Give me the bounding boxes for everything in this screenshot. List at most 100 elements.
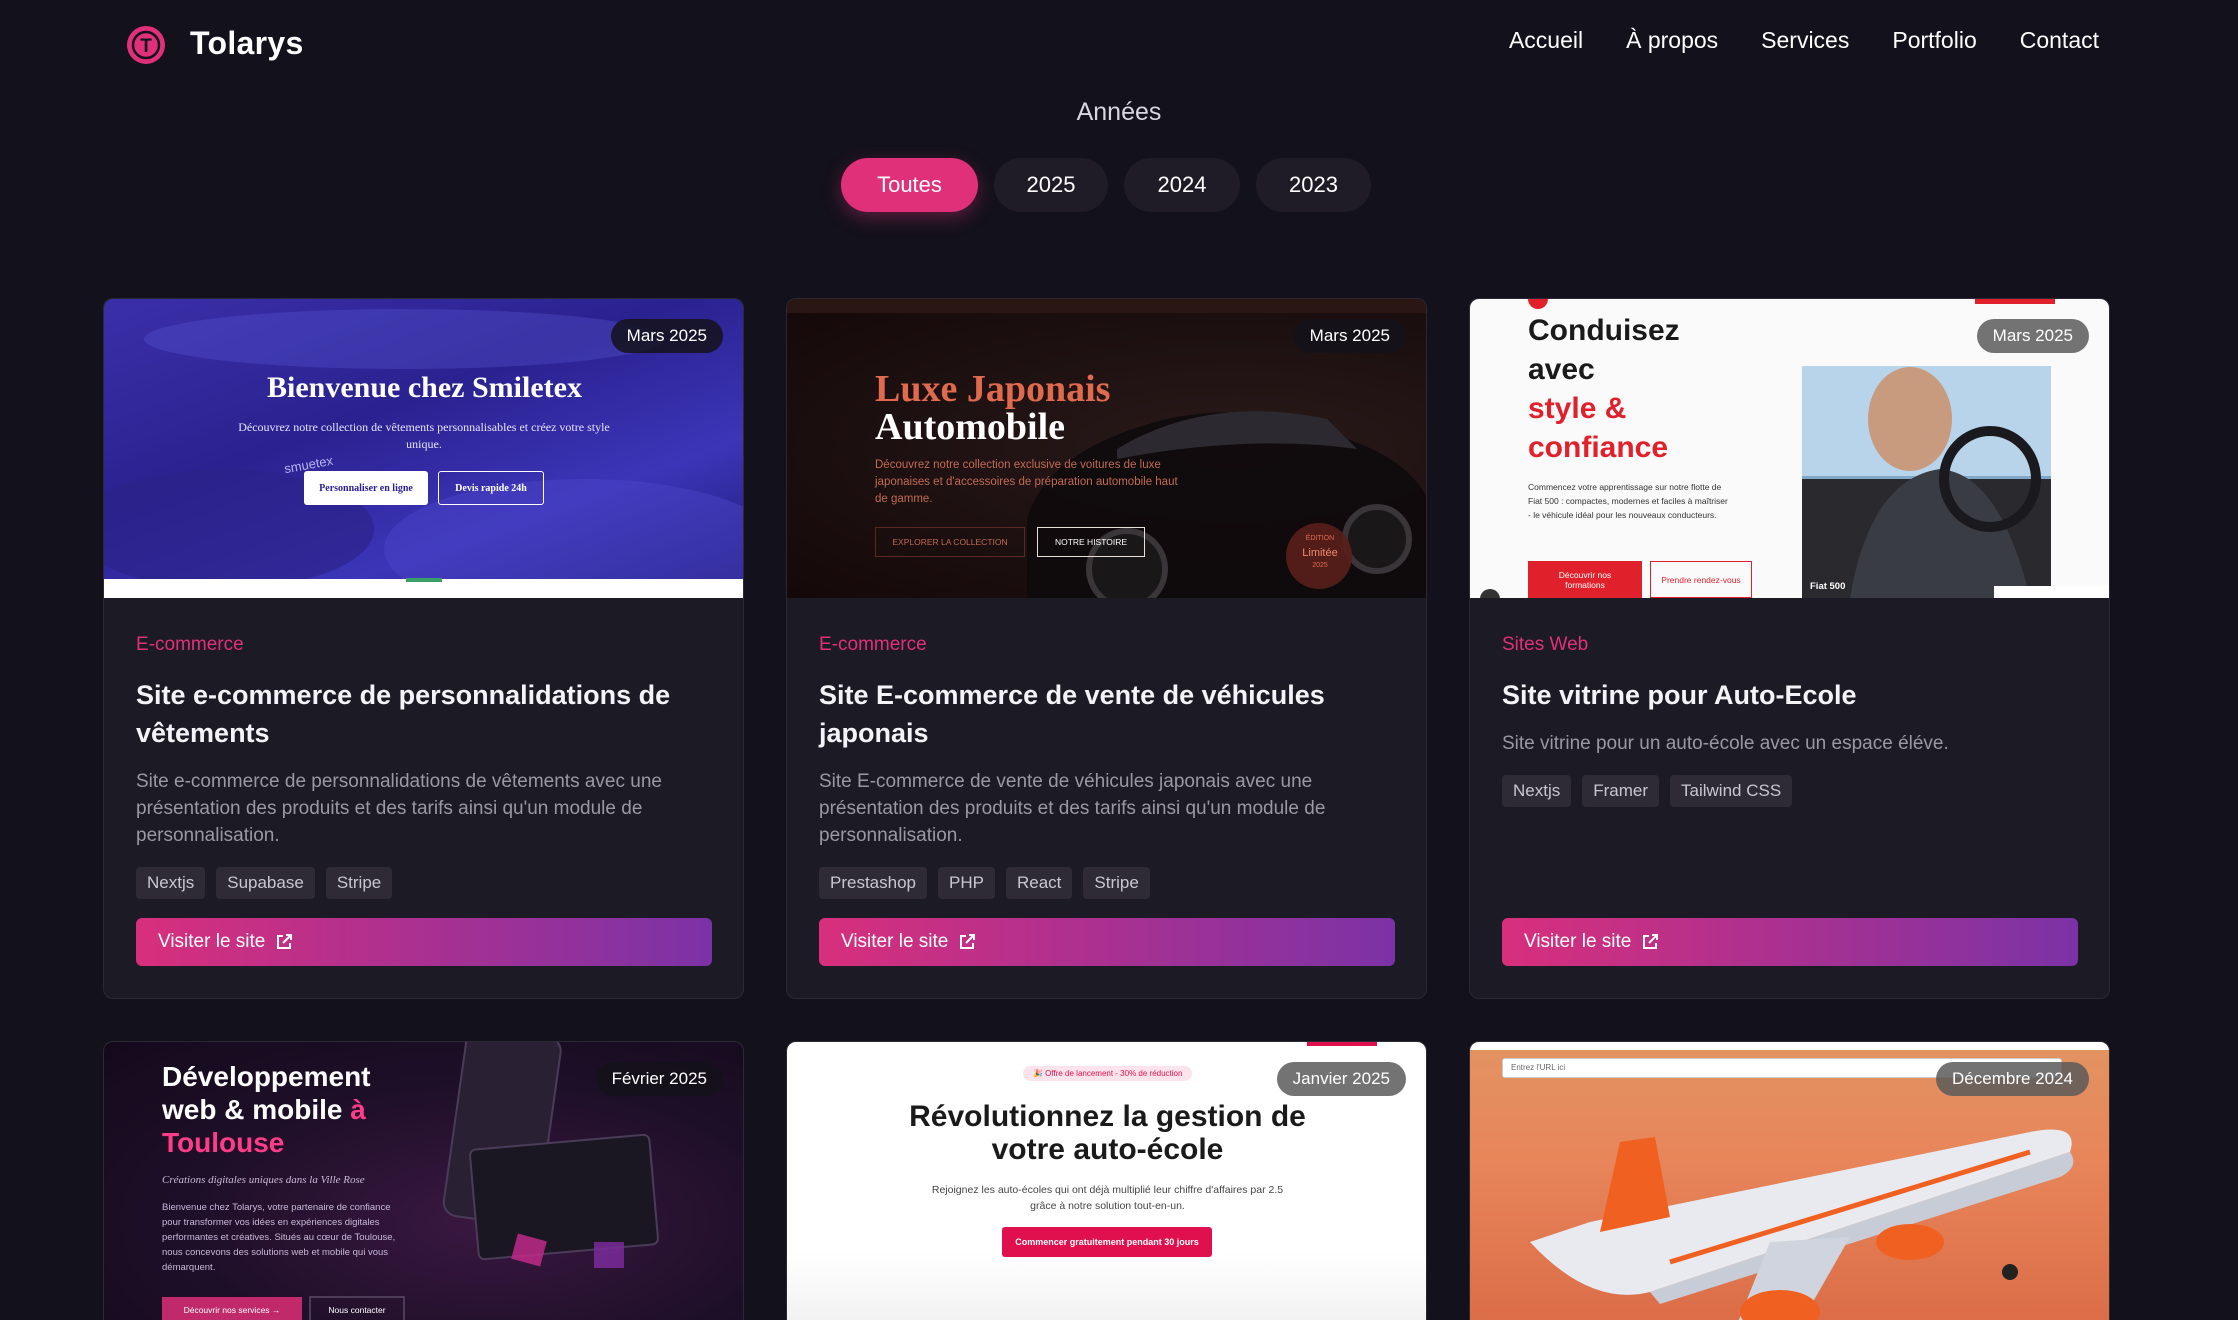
tech-tag: Prestashop	[819, 867, 927, 899]
preview-heading-4: confiance	[1528, 431, 1669, 464]
filter-2024-button[interactable]: 2024	[1124, 158, 1240, 212]
preview-subtext: Découvrez notre collection exclusive de …	[875, 459, 1178, 505]
project-card: Développement web & mobile à Toulouse Cr…	[103, 1041, 744, 1320]
project-preview-image[interactable]: Conduisez avec style & confiance Commenc…	[1470, 299, 2109, 598]
project-category: E-commerce	[136, 634, 244, 655]
preview-heading: Bienvenue chez Smiletex	[267, 371, 582, 404]
tech-tag: Nextjs	[136, 867, 206, 899]
tech-tag: PHP	[938, 867, 995, 899]
top-navbar: T Tolarys Accueil À propos Services Port…	[0, 0, 2238, 86]
tech-tag: Stripe	[1083, 867, 1150, 899]
years-filter: Toutes 2025 2024 2023	[841, 158, 1371, 212]
visit-site-button[interactable]: Visiter le site	[819, 918, 1395, 966]
preview-subtext: Bienvenue chez Tolarys, votre partenaire…	[162, 1202, 396, 1273]
filter-2025-button[interactable]: 2025	[994, 158, 1108, 212]
preview-promo-badge: 🎉 Offre de lancement - 30% de réduction	[1023, 1066, 1193, 1081]
tech-tag: Tailwind CSS	[1670, 775, 1793, 807]
preview-heading-1: Développement	[162, 1061, 371, 1092]
project-title: Site E-commerce de vente de véhicules ja…	[819, 680, 1325, 748]
project-card-body: E-commerce Site E-commerce de vente de v…	[787, 598, 1426, 998]
preview-button-customize: Personnaliser en ligne	[304, 471, 428, 505]
project-description: Site e-commerce de personnalidations de …	[136, 771, 662, 846]
preview-heading-1: Conduisez	[1528, 314, 1680, 347]
preview-subtext: Commencez votre apprentissage sur notre …	[1528, 482, 1728, 520]
preview-button-explore: EXPLORER LA COLLECTION	[875, 527, 1025, 557]
visit-site-label: Visiter le site	[1524, 931, 1632, 952]
preview-heading-2: votre auto-école	[991, 1133, 1224, 1166]
preview-heading-3: Toulouse	[162, 1127, 285, 1158]
preview-badge-year: 2025	[1312, 562, 1328, 569]
preview-cta-button: Commencer gratuitement pendant 30 jours	[1002, 1227, 1212, 1257]
project-description: Site vitrine pour un auto-école avec un …	[1502, 733, 1949, 754]
nav-link-portfolio[interactable]: Portfolio	[1892, 27, 1976, 54]
years-filter-title: Années	[1076, 98, 1162, 126]
project-title: Site vitrine pour Auto-Ecole	[1502, 680, 1857, 710]
preview-badge-main: Limitée	[1302, 547, 1338, 559]
project-card: Luxe Japonais Automobile Découvrez notre…	[786, 298, 1427, 999]
project-card: Bienvenue chez Smiletex Découvrez notre …	[103, 298, 744, 999]
external-link-icon	[960, 934, 976, 949]
preview-button-contact: Nous contacter	[328, 1305, 386, 1315]
nav-link-contact[interactable]: Contact	[2020, 27, 2099, 54]
date-badge: Mars 2025	[610, 319, 723, 353]
tech-tag: Supabase	[216, 867, 315, 899]
preview-heading-2: avec	[1528, 353, 1595, 386]
preview-heading-2-row: web & mobile à	[162, 1093, 366, 1126]
date-badge: Février 2025	[595, 1062, 723, 1096]
project-card: Entrez l'URL ici Décembre 2024	[1469, 1041, 2110, 1320]
preview-caption: Fiat 500	[1810, 581, 1846, 592]
project-card-body: Sites Web Site vitrine pour Auto-Ecole S…	[1470, 598, 2109, 998]
date-badge: Mars 2025	[1293, 319, 1406, 353]
project-preview-image[interactable]: Développement web & mobile à Toulouse Cr…	[104, 1042, 743, 1320]
preview-button-services: Découvrir nos services →	[183, 1305, 281, 1315]
preview-heading-1: Révolutionnez la gestion de	[909, 1100, 1306, 1133]
nav-link-services[interactable]: Services	[1761, 27, 1849, 54]
date-badge: Décembre 2024	[1936, 1062, 2089, 1096]
project-preview-image[interactable]: Luxe Japonais Automobile Découvrez notre…	[787, 299, 1426, 598]
visit-site-label: Visiter le site	[158, 931, 266, 952]
preview-subtext-1: Rejoignez les auto-écoles qui ont déjà m…	[931, 1184, 1284, 1196]
preview-button-formations: Découvrir nos formations	[1528, 561, 1642, 598]
tech-tags: Prestashop PHP React Stripe	[819, 867, 1394, 899]
logo-letter: T	[140, 36, 152, 57]
preview-heading-2: web & mobile	[162, 1094, 343, 1125]
tech-tag: Stripe	[325, 867, 393, 899]
visit-site-button[interactable]: Visiter le site	[1502, 918, 2078, 966]
brand-name: Tolarys	[190, 24, 304, 61]
project-category: Sites Web	[1502, 634, 1589, 655]
preview-button-quote: Devis rapide 24h	[438, 471, 544, 505]
nav-link-accueil[interactable]: Accueil	[1509, 27, 1583, 54]
filter-2023-button[interactable]: 2023	[1256, 158, 1371, 212]
project-card: Conduisez avec style & confiance Commenc…	[1469, 298, 2110, 999]
preview-heading-accent: à	[350, 1094, 366, 1125]
tolarys-logo-icon: T	[127, 26, 165, 64]
brand[interactable]: T Tolarys	[122, 19, 304, 67]
project-title: Site e-commerce de personnalidations de …	[136, 680, 671, 748]
tech-tag: React	[1005, 867, 1073, 899]
nav-link-a-propos[interactable]: À propos	[1626, 27, 1718, 54]
preview-heading-3: style &	[1528, 392, 1627, 425]
preview-heading-2: Automobile	[875, 406, 1065, 448]
project-card-body: E-commerce Site e-commerce de personnali…	[104, 598, 743, 998]
tech-tag: Nextjs	[1502, 775, 1572, 807]
external-link-icon	[277, 934, 293, 949]
project-preview-image[interactable]: Entrez l'URL ici Décembre 2024	[1470, 1042, 2109, 1320]
visit-site-button[interactable]: Visiter le site	[136, 918, 712, 966]
external-link-icon	[1643, 934, 1659, 949]
preview-subtext-2: grâce à notre solution tout-en-un.	[1030, 1200, 1185, 1212]
preview-subtext: Découvrez notre collection de vêtements …	[238, 420, 610, 451]
tech-tags: Nextjs Framer Tailwind CSS	[1502, 775, 2077, 807]
preview-button-rdv: Prendre rendez-vous	[1650, 561, 1752, 598]
project-card: 🎉 Offre de lancement - 30% de réduction …	[786, 1041, 1427, 1320]
preview-tagline: Créations digitales uniques dans la Vill…	[162, 1174, 365, 1186]
preview-button-history: NOTRE HISTOIRE	[1037, 527, 1145, 557]
filter-all-button[interactable]: Toutes	[841, 158, 978, 212]
project-category: E-commerce	[819, 634, 927, 655]
main-menu: Accueil À propos Services Portfolio Cont…	[1509, 27, 2099, 54]
tech-tags: Nextjs Supabase Stripe	[136, 867, 711, 899]
project-description: Site E-commerce de vente de véhicules ja…	[819, 771, 1326, 846]
date-badge: Mars 2025	[1976, 319, 2089, 353]
preview-badge-top: ÉDITION	[1305, 535, 1335, 542]
project-preview-image[interactable]: Bienvenue chez Smiletex Découvrez notre …	[104, 299, 743, 598]
project-preview-image[interactable]: 🎉 Offre de lancement - 30% de réduction …	[787, 1042, 1426, 1320]
